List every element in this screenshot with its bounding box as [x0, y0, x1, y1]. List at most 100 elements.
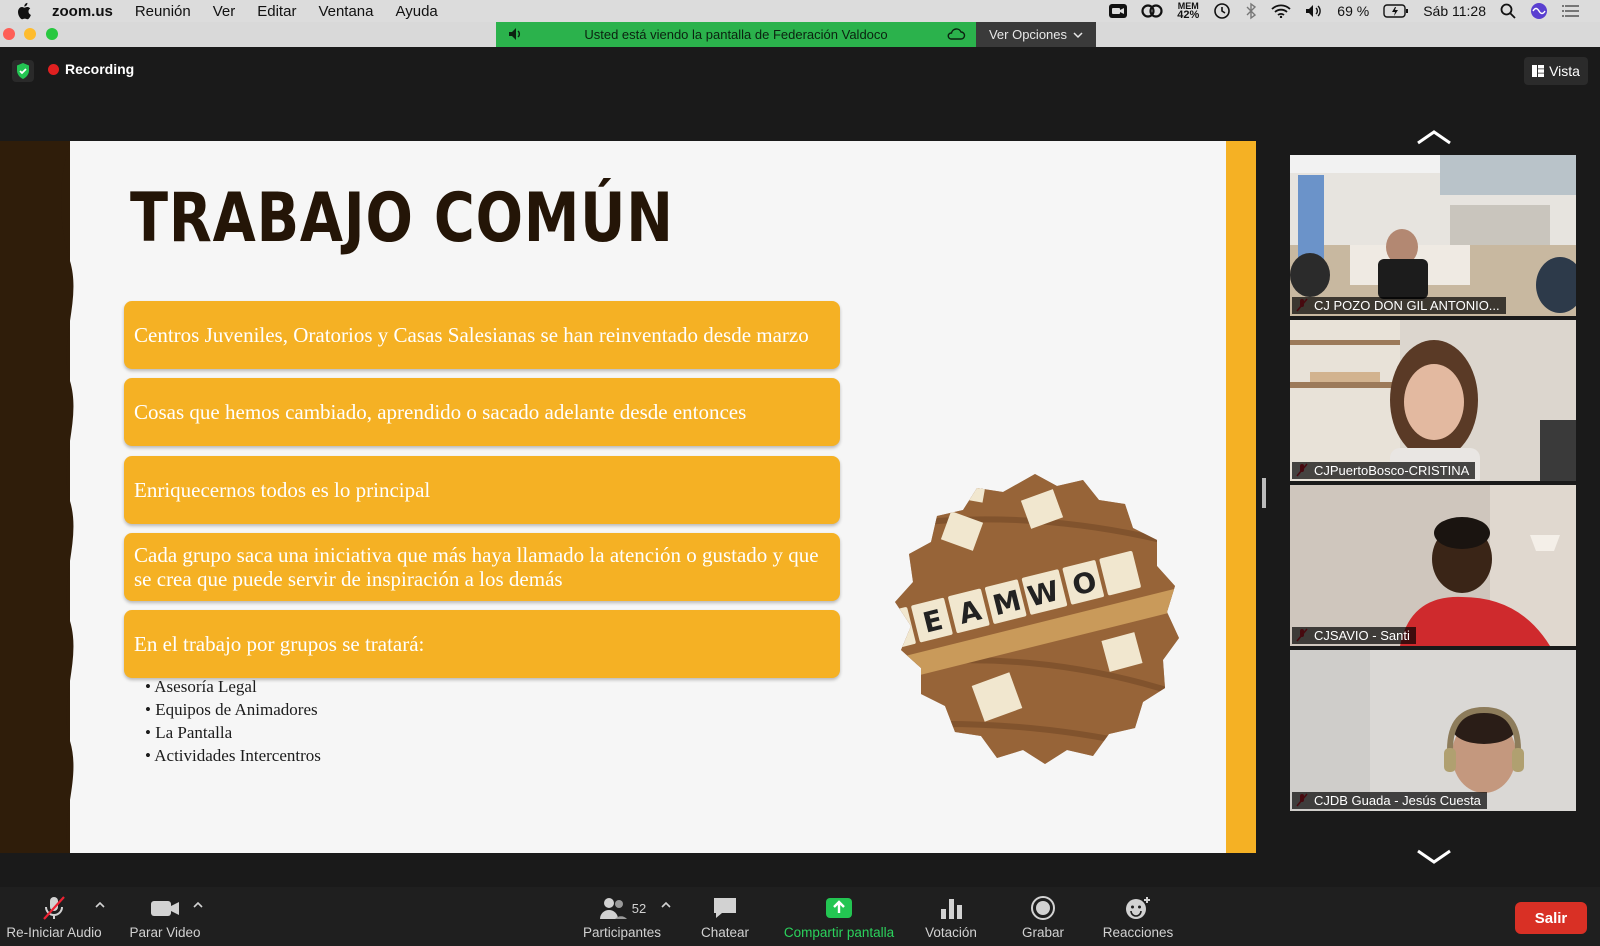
chevron-down-icon — [1073, 31, 1083, 38]
notification-center-icon[interactable] — [1562, 4, 1580, 18]
participants-count: 52 — [631, 901, 647, 916]
window-minimize-button[interactable] — [24, 28, 36, 40]
participant-video — [1290, 155, 1576, 316]
app-name[interactable]: zoom.us — [52, 3, 113, 20]
bullet-item: Actividades Intercentros — [145, 744, 321, 767]
window-close-button[interactable] — [3, 28, 15, 40]
menu-ventana[interactable]: Ventana — [318, 3, 373, 20]
chat-label: Chatear — [700, 925, 750, 940]
record-button[interactable]: Grabar — [1010, 895, 1076, 940]
share-banner-text: Usted está viendo la pantalla de Federac… — [584, 27, 888, 42]
participant-tile-2[interactable]: CJPuertoBosco-CRISTINA — [1290, 320, 1576, 481]
menu-ver[interactable]: Ver — [213, 3, 236, 20]
participants-options-caret-icon[interactable] — [660, 901, 672, 909]
bluetooth-icon[interactable] — [1245, 2, 1257, 20]
slide-bullet-list: Asesoría Legal Equipos de Animadores La … — [145, 675, 321, 767]
clock[interactable]: Sáb 11:28 — [1423, 3, 1486, 19]
leave-meeting-button[interactable]: Salir — [1515, 902, 1587, 934]
macos-menubar: zoom.us Reunión Ver Editar Ventana Ayuda… — [0, 0, 1600, 22]
share-screen-button[interactable]: Compartir pantalla — [776, 895, 902, 940]
participants-button[interactable]: 52 Participantes — [572, 895, 672, 940]
participant-tile-4[interactable]: CJDB Guada - Jesús Cuesta — [1290, 650, 1576, 811]
poll-chart-icon — [941, 899, 962, 919]
zoom-status-icon[interactable] — [1109, 4, 1128, 18]
speaker-icon[interactable] — [508, 27, 524, 41]
view-button[interactable]: Vista — [1524, 57, 1588, 85]
video-options-caret-icon[interactable] — [192, 901, 204, 909]
wifi-icon[interactable] — [1271, 4, 1291, 18]
slide-box-2: Cosas que hemos cambiado, aprendido o sa… — [124, 378, 840, 446]
bullet-item: La Pantalla — [145, 721, 321, 744]
menu-reunion[interactable]: Reunión — [135, 3, 191, 20]
menu-ayuda[interactable]: Ayuda — [396, 3, 438, 20]
slide-right-band — [1226, 141, 1256, 853]
reactions-button[interactable]: Reacciones — [1096, 895, 1180, 940]
slide-box-1: Centros Juveniles, Oratorios y Casas Sal… — [124, 301, 840, 369]
chat-bubble-icon — [714, 898, 736, 918]
poll-label: Votación — [925, 925, 977, 940]
mem-value: 42% — [1177, 9, 1200, 21]
participant-tile-1[interactable]: CJ POZO DON GIL ANTONIO... — [1290, 155, 1576, 316]
reactions-smiley-icon — [1126, 897, 1150, 919]
reactions-label: Reacciones — [1102, 925, 1174, 940]
audio-options-caret-icon[interactable] — [94, 901, 106, 909]
participants-icon — [599, 898, 627, 919]
muted-mic-icon — [43, 896, 65, 920]
slide-box-3: Enriquecernos todos es lo principal — [124, 456, 840, 524]
cloud-recording-icon — [947, 28, 966, 40]
poll-button[interactable]: Votación — [915, 895, 987, 940]
spotlight-search-icon[interactable] — [1500, 3, 1516, 19]
view-layout-icon — [1532, 65, 1545, 77]
participants-icon-group: 52 — [598, 895, 646, 925]
recording-label: Recording — [65, 61, 135, 77]
view-button-label: Vista — [1549, 63, 1580, 79]
view-options-label: Ver Opciones — [988, 27, 1068, 42]
battery-icon[interactable] — [1383, 4, 1409, 18]
stop-video-label: Parar Video — [129, 925, 201, 940]
menu-editar[interactable]: Editar — [257, 3, 296, 20]
volume-icon[interactable] — [1305, 4, 1323, 18]
status-area: MEM 42% 69 % Sáb 11:28 — [1109, 0, 1600, 22]
restart-audio-label: Re-Iniciar Audio — [6, 925, 102, 940]
scroll-up-chevron-icon[interactable] — [1414, 127, 1454, 147]
apple-icon[interactable] — [16, 2, 34, 20]
participant-video — [1290, 320, 1576, 481]
record-label: Grabar — [1021, 925, 1065, 940]
window-maximize-button[interactable] — [46, 28, 58, 40]
bullet-item: Asesoría Legal — [145, 675, 321, 698]
scroll-down-chevron-icon[interactable] — [1414, 847, 1454, 867]
participant-tile-3[interactable]: CJSAVIO - Santi — [1290, 485, 1576, 646]
slide-box-5: En el trabajo por grupos se tratará: — [124, 610, 840, 678]
view-options-dropdown[interactable]: Ver Opciones — [976, 22, 1096, 47]
share-screen-label: Compartir pantalla — [783, 925, 895, 940]
shared-screen-slide: TRABAJO COMÚN Centros Juveniles, Oratori… — [0, 141, 1256, 853]
siri-icon[interactable] — [1530, 2, 1548, 20]
chat-button[interactable]: Chatear — [690, 895, 760, 940]
participant-video — [1290, 485, 1576, 646]
participant-name: CJSAVIO - Santi — [1292, 627, 1416, 644]
security-shield-icon[interactable] — [12, 60, 34, 82]
share-screen-icon — [826, 898, 852, 918]
restart-audio-button[interactable]: Re-Iniciar Audio — [4, 895, 104, 940]
slide-box-4: Cada grupo saca una iniciativa que más h… — [124, 533, 840, 601]
creative-cloud-icon[interactable] — [1141, 4, 1163, 18]
recording-indicator[interactable]: Recording — [48, 61, 134, 77]
participant-video — [1290, 650, 1576, 811]
participants-label: Participantes — [582, 925, 662, 940]
bullet-item: Equipos de Animadores — [145, 698, 321, 721]
memory-indicator[interactable]: MEM 42% — [1177, 2, 1200, 21]
meeting-area: Recording Vista TRABAJO COMÚN Centros Ju… — [0, 47, 1600, 887]
participant-name: CJPuertoBosco-CRISTINA — [1292, 462, 1476, 479]
record-icon — [1031, 896, 1055, 920]
time-machine-icon[interactable] — [1213, 2, 1231, 20]
screen-share-banner: Usted está viendo la pantalla de Federac… — [496, 22, 976, 47]
participant-name: CJDB Guada - Jesús Cuesta — [1292, 792, 1487, 809]
participant-name: CJ POZO DON GIL ANTONIO... — [1292, 297, 1506, 314]
teamwork-scrabble-image: T E A M W O — [895, 474, 1179, 764]
video-camera-icon — [151, 901, 179, 916]
battery-percent[interactable]: 69 % — [1337, 3, 1369, 19]
window-titlebar: Usted está viendo la pantalla de Federac… — [0, 22, 1600, 47]
meeting-toolbar: Re-Iniciar Audio Parar Video 52 Particip… — [0, 887, 1600, 946]
recording-dot-icon — [48, 63, 59, 75]
panel-splitter-handle[interactable] — [1262, 478, 1266, 508]
